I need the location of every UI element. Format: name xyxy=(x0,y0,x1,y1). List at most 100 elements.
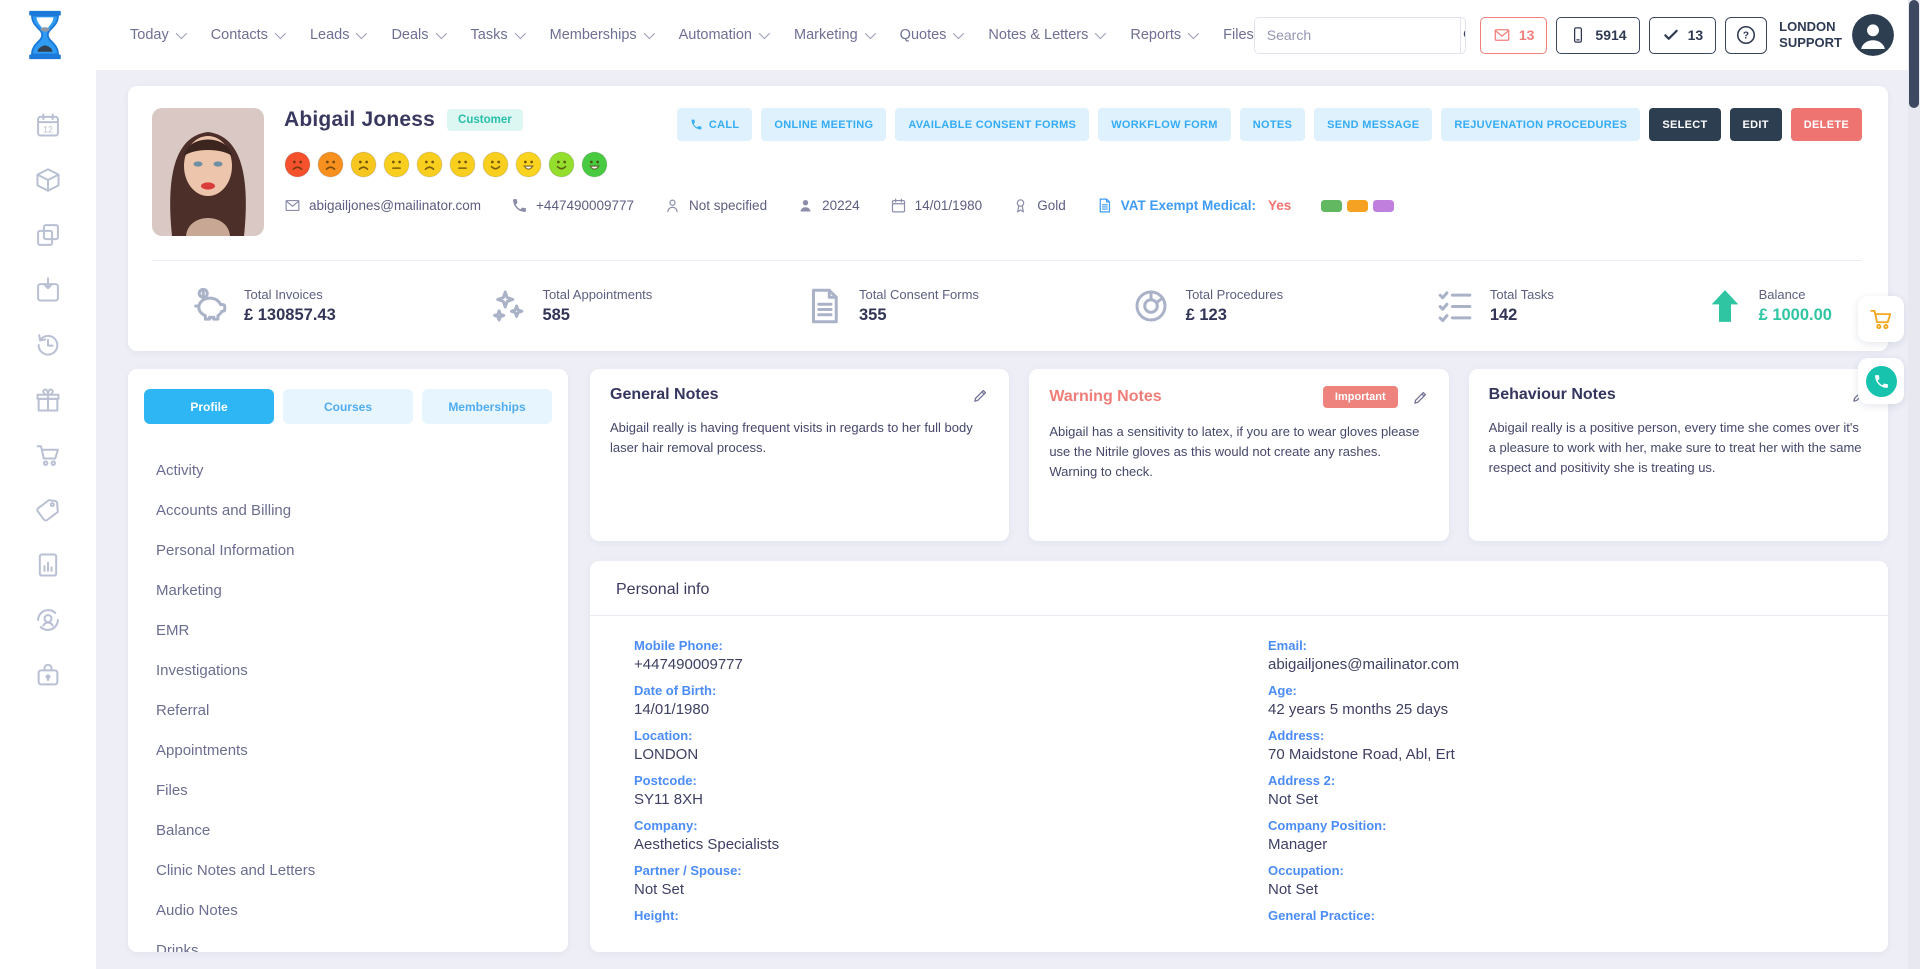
field-label: Height: xyxy=(634,908,1228,923)
mood-face-1-icon[interactable] xyxy=(284,151,311,183)
arrow-up-icon xyxy=(1705,286,1745,326)
badge-count: 13 xyxy=(1519,27,1535,43)
button-label: SEND MESSAGE xyxy=(1327,119,1419,131)
mobile-icon xyxy=(1569,26,1587,44)
workflow-form-button[interactable]: WORKFLOW FORM xyxy=(1098,108,1231,141)
nav-item-today[interactable]: Today xyxy=(130,27,184,43)
available-consent-forms-button[interactable]: AVAILABLE CONSENT FORMS xyxy=(895,108,1089,141)
sidebar-copy-icon[interactable] xyxy=(34,220,62,250)
sidebar-cart-icon[interactable] xyxy=(34,440,62,470)
mobile-count-badge[interactable]: 5914 xyxy=(1556,17,1639,54)
sidebar-user-sync-icon[interactable] xyxy=(34,605,62,635)
cart-button[interactable] xyxy=(1858,296,1904,342)
edit-button[interactable]: EDIT xyxy=(1730,108,1782,141)
edit-pencil-icon[interactable] xyxy=(1412,389,1429,406)
sidebar-history-icon[interactable] xyxy=(34,330,62,360)
field-height: Height: xyxy=(634,908,1228,923)
mood-face-5-icon[interactable] xyxy=(416,151,443,183)
nav-item-reports[interactable]: Reports xyxy=(1130,27,1196,43)
stat-label: Total Consent Forms xyxy=(859,287,979,302)
nav-item-notes-letters[interactable]: Notes & Letters xyxy=(988,27,1103,43)
tag-chip-2[interactable] xyxy=(1347,200,1368,212)
mood-face-6-icon[interactable] xyxy=(449,151,476,183)
nav-item-automation[interactable]: Automation xyxy=(679,27,767,43)
contact-user-outline: Not specified xyxy=(664,197,767,214)
mood-face-2-icon[interactable] xyxy=(317,151,344,183)
nav-item-leads[interactable]: Leads xyxy=(310,27,365,43)
menu-item-emr[interactable]: EMR xyxy=(156,610,540,650)
button-label: DELETE xyxy=(1804,119,1849,131)
notes-button[interactable]: NOTES xyxy=(1240,108,1305,141)
menu-item-balance[interactable]: Balance xyxy=(156,810,540,850)
menu-item-personal-information[interactable]: Personal Information xyxy=(156,530,540,570)
check-count-badge[interactable]: 13 xyxy=(1649,17,1717,54)
nav-item-label: Quotes xyxy=(900,27,947,43)
nav-item-tasks[interactable]: Tasks xyxy=(471,27,523,43)
menu-item-audio-notes[interactable]: Audio Notes xyxy=(156,890,540,930)
contact-text: 14/01/1980 xyxy=(915,198,983,213)
call-button[interactable]: CALL xyxy=(677,108,753,141)
mood-face-3-icon[interactable] xyxy=(350,151,377,183)
select-button[interactable]: SELECT xyxy=(1649,108,1720,141)
header-badges: 13 5914 13? xyxy=(1480,17,1767,54)
menu-item-marketing[interactable]: Marketing xyxy=(156,570,540,610)
menu-item-referral[interactable]: Referral xyxy=(156,690,540,730)
sidebar-calendar-12-icon[interactable]: 12 xyxy=(34,110,62,140)
sidebar-chart-document-icon[interactable] xyxy=(34,550,62,580)
tab-profile[interactable]: Profile xyxy=(144,389,274,424)
call-button[interactable] xyxy=(1858,358,1904,404)
nav-item-quotes[interactable]: Quotes xyxy=(900,27,962,43)
customer-name: Abigail Joness xyxy=(284,108,435,132)
stat-label: Total Tasks xyxy=(1490,287,1554,302)
field-label: Date of Birth: xyxy=(634,683,1228,698)
search-input[interactable] xyxy=(1255,18,1460,53)
field-value: LONDON xyxy=(634,746,1228,763)
sidebar-calendar-download-icon[interactable] xyxy=(34,275,62,305)
scrollbar-thumb[interactable] xyxy=(1909,0,1919,108)
rejuvenation-procedures-button[interactable]: REJUVENATION PROCEDURES xyxy=(1441,108,1640,141)
customer-photo[interactable] xyxy=(152,108,264,236)
edit-pencil-icon[interactable] xyxy=(972,387,989,404)
menu-item-investigations[interactable]: Investigations xyxy=(156,650,540,690)
app-logo-hourglass-icon[interactable] xyxy=(22,9,68,61)
menu-item-drinks[interactable]: Drinks xyxy=(156,930,540,952)
sidebar-briefcase-lock-icon[interactable] xyxy=(34,660,62,690)
tag-chip-1[interactable] xyxy=(1321,200,1342,212)
mood-face-7-icon[interactable] xyxy=(482,151,509,183)
mood-face-9-icon[interactable] xyxy=(548,151,575,183)
menu-item-activity[interactable]: Activity xyxy=(156,450,540,490)
field-occupation: Occupation:Not Set xyxy=(1268,863,1862,898)
help-button[interactable]: ? xyxy=(1725,17,1767,54)
nav-item-marketing[interactable]: Marketing xyxy=(794,27,873,43)
personal-info-fields: Mobile Phone:+447490009777Date of Birth:… xyxy=(616,638,1862,933)
tab-memberships[interactable]: Memberships xyxy=(422,389,552,424)
nav-item-label: Tasks xyxy=(471,27,508,43)
mail-count-badge[interactable]: 13 xyxy=(1480,17,1548,54)
nav-item-contacts[interactable]: Contacts xyxy=(211,27,283,43)
mood-face-8-icon[interactable] xyxy=(515,151,542,183)
sidebar-cube-icon[interactable] xyxy=(34,165,62,195)
tag-chip-3[interactable] xyxy=(1373,200,1394,212)
menu-item-appointments[interactable]: Appointments xyxy=(156,730,540,770)
nav-item-deals[interactable]: Deals xyxy=(391,27,443,43)
button-label: SELECT xyxy=(1662,119,1707,131)
delete-button[interactable]: DELETE xyxy=(1791,108,1862,141)
sidebar-gift-icon[interactable] xyxy=(34,385,62,415)
stat-text: Total Appointments585 xyxy=(542,287,652,325)
nav-item-files[interactable]: Files xyxy=(1223,27,1254,43)
nav-item-memberships[interactable]: Memberships xyxy=(550,27,652,43)
field-age: Age:42 years 5 months 25 days xyxy=(1268,683,1862,718)
field-value: Not Set xyxy=(634,881,1228,898)
menu-item-accounts-and-billing[interactable]: Accounts and Billing xyxy=(156,490,540,530)
user-avatar[interactable] xyxy=(1852,14,1894,56)
menu-item-files[interactable]: Files xyxy=(156,770,540,810)
mood-face-4-icon[interactable] xyxy=(383,151,410,183)
mood-face-10-icon[interactable] xyxy=(581,151,608,183)
page-scrollbar[interactable] xyxy=(1908,0,1920,969)
send-message-button[interactable]: SEND MESSAGE xyxy=(1314,108,1432,141)
search-icon[interactable] xyxy=(1460,18,1466,53)
sidebar-price-tag-icon[interactable] xyxy=(34,495,62,525)
menu-item-clinic-notes-and-letters[interactable]: Clinic Notes and Letters xyxy=(156,850,540,890)
online-meeting-button[interactable]: ONLINE MEETING xyxy=(761,108,886,141)
tab-courses[interactable]: Courses xyxy=(283,389,413,424)
